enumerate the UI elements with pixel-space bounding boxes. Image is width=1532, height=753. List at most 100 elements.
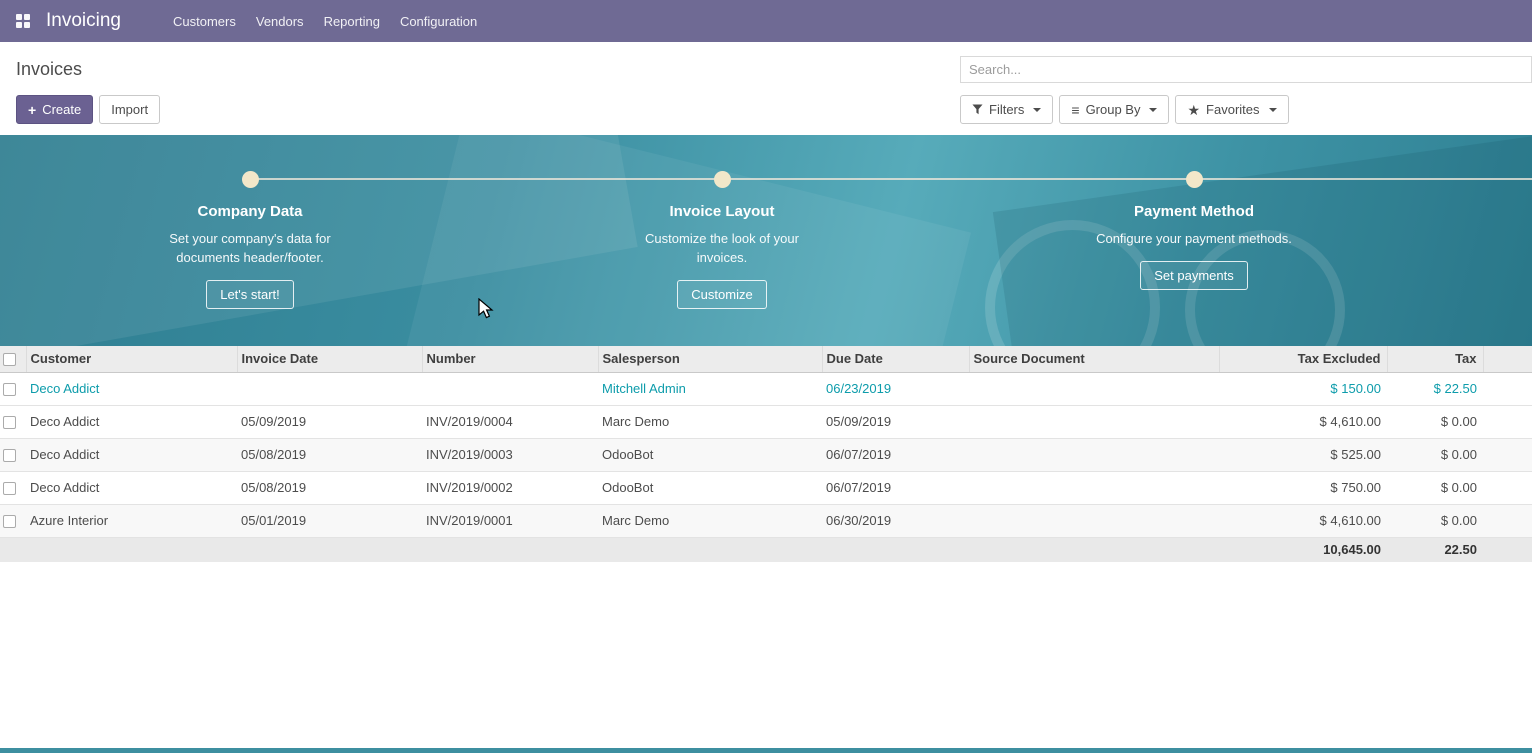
row-select-cell <box>0 405 26 438</box>
column-header-invoice-date[interactable]: Invoice Date <box>237 346 422 372</box>
navbar-menus: Customers Vendors Reporting Configuratio… <box>163 0 487 42</box>
cell-salesperson: OdooBot <box>598 471 822 504</box>
invoice-table-row[interactable]: Azure Interior 05/01/2019 INV/2019/0001 … <box>0 504 1532 537</box>
invoice-table-row[interactable]: Deco Addict 05/08/2019 INV/2019/0002 Odo… <box>0 471 1532 504</box>
cell-customer: Deco Addict <box>26 372 237 405</box>
cell-number: INV/2019/0003 <box>422 438 598 471</box>
cell-tax: $ 0.00 <box>1387 471 1483 504</box>
column-header-customer[interactable]: Customer <box>26 346 237 372</box>
totals-empty-cell <box>0 537 26 562</box>
import-button-label: Import <box>111 102 148 117</box>
cell-tax: $ 0.00 <box>1387 438 1483 471</box>
column-header-due-date[interactable]: Due Date <box>822 346 969 372</box>
cell-salesperson: Marc Demo <box>598 405 822 438</box>
favorites-button[interactable]: ★ Favorites <box>1175 95 1288 124</box>
create-button[interactable]: + Create <box>16 95 93 124</box>
cell-invoice-date <box>237 372 422 405</box>
invoice-table-row[interactable]: Deco Addict 05/08/2019 INV/2019/0003 Odo… <box>0 438 1532 471</box>
cell-tax-excluded: $ 150.00 <box>1219 372 1387 405</box>
row-checkbox[interactable] <box>3 482 16 495</box>
control-panel: Invoices + Create Import Filters ≡ Group… <box>0 42 1532 135</box>
menu-configuration[interactable]: Configuration <box>390 0 487 42</box>
star-icon: ★ <box>1187 103 1200 117</box>
cell-number: INV/2019/0002 <box>422 471 598 504</box>
cell-spacer <box>1483 438 1532 471</box>
row-checkbox[interactable] <box>3 515 16 528</box>
page-title: Invoices <box>16 59 960 80</box>
cell-source-document <box>969 504 1219 537</box>
caret-down-icon <box>1269 108 1277 112</box>
cell-due-date: 06/07/2019 <box>822 438 969 471</box>
caret-down-icon <box>1033 108 1041 112</box>
cell-due-date: 06/30/2019 <box>822 504 969 537</box>
onboarding-progress-line <box>250 178 1532 180</box>
group-by-button[interactable]: ≡ Group By <box>1059 95 1169 124</box>
cell-number: INV/2019/0004 <box>422 405 598 438</box>
cell-customer: Deco Addict <box>26 438 237 471</box>
group-by-icon: ≡ <box>1071 103 1079 117</box>
lets-start-button[interactable]: Let's start! <box>206 280 294 309</box>
cell-customer: Deco Addict <box>26 405 237 438</box>
step-dot-icon <box>1186 171 1203 188</box>
favorites-button-label: Favorites <box>1206 102 1259 117</box>
column-header-number[interactable]: Number <box>422 346 598 372</box>
import-button[interactable]: Import <box>99 95 160 124</box>
search-box <box>960 56 1532 83</box>
app-name[interactable]: Invoicing <box>46 10 121 32</box>
cell-customer: Azure Interior <box>26 504 237 537</box>
cell-invoice-date: 05/01/2019 <box>237 504 422 537</box>
search-options: Filters ≡ Group By ★ Favorites <box>960 95 1532 124</box>
cell-source-document <box>969 372 1219 405</box>
menu-customers[interactable]: Customers <box>163 0 246 42</box>
column-header-spacer <box>1483 346 1532 372</box>
cell-tax: $ 0.00 <box>1387 405 1483 438</box>
column-header-salesperson[interactable]: Salesperson <box>598 346 822 372</box>
select-all-checkbox[interactable] <box>3 353 16 366</box>
column-header-tax-excluded[interactable]: Tax Excluded <box>1219 346 1387 372</box>
cell-spacer <box>1483 471 1532 504</box>
set-payments-button[interactable]: Set payments <box>1140 261 1248 290</box>
bottom-edge-strip <box>0 748 1532 753</box>
row-select-cell <box>0 504 26 537</box>
row-checkbox[interactable] <box>3 383 16 396</box>
cell-tax-excluded: $ 750.00 <box>1219 471 1387 504</box>
row-checkbox[interactable] <box>3 416 16 429</box>
step-description: Set your company's data for documents he… <box>158 229 343 267</box>
total-tax-excluded: 10,645.00 <box>1219 537 1387 562</box>
onboarding-step-invoice-layout: Invoice Layout Customize the look of you… <box>582 171 862 309</box>
cell-tax-excluded: $ 4,610.00 <box>1219 405 1387 438</box>
invoice-table-row[interactable]: Deco Addict Mitchell Admin 06/23/2019 $ … <box>0 372 1532 405</box>
cell-source-document <box>969 438 1219 471</box>
empty-area <box>0 562 1532 748</box>
menu-vendors[interactable]: Vendors <box>246 0 314 42</box>
search-input[interactable] <box>960 56 1532 83</box>
table-header-row: Customer Invoice Date Number Salesperson… <box>0 346 1532 372</box>
cell-tax: $ 0.00 <box>1387 504 1483 537</box>
cell-due-date: 06/07/2019 <box>822 471 969 504</box>
row-checkbox[interactable] <box>3 449 16 462</box>
cell-customer: Deco Addict <box>26 471 237 504</box>
group-by-button-label: Group By <box>1086 102 1141 117</box>
invoice-table-row[interactable]: Deco Addict 05/09/2019 INV/2019/0004 Mar… <box>0 405 1532 438</box>
action-buttons: + Create Import <box>16 95 960 124</box>
plus-icon: + <box>28 102 36 118</box>
cell-invoice-date: 05/09/2019 <box>237 405 422 438</box>
cell-number: INV/2019/0001 <box>422 504 598 537</box>
caret-down-icon <box>1149 108 1157 112</box>
cell-spacer <box>1483 405 1532 438</box>
cell-salesperson: Marc Demo <box>598 504 822 537</box>
apps-menu-icon[interactable] <box>16 14 30 28</box>
onboarding-banner: Company Data Set your company's data for… <box>0 135 1532 346</box>
step-description: Customize the look of your invoices. <box>632 229 812 267</box>
cell-spacer <box>1483 372 1532 405</box>
customize-button[interactable]: Customize <box>677 280 766 309</box>
step-title: Payment Method <box>1134 203 1254 220</box>
menu-reporting[interactable]: Reporting <box>314 0 390 42</box>
total-tax: 22.50 <box>1387 537 1483 562</box>
cell-invoice-date: 05/08/2019 <box>237 438 422 471</box>
filters-button[interactable]: Filters <box>960 95 1053 124</box>
column-header-tax[interactable]: Tax <box>1387 346 1483 372</box>
onboarding-step-payment-method: Payment Method Configure your payment me… <box>1054 171 1334 290</box>
cell-invoice-date: 05/08/2019 <box>237 471 422 504</box>
column-header-source-document[interactable]: Source Document <box>969 346 1219 372</box>
